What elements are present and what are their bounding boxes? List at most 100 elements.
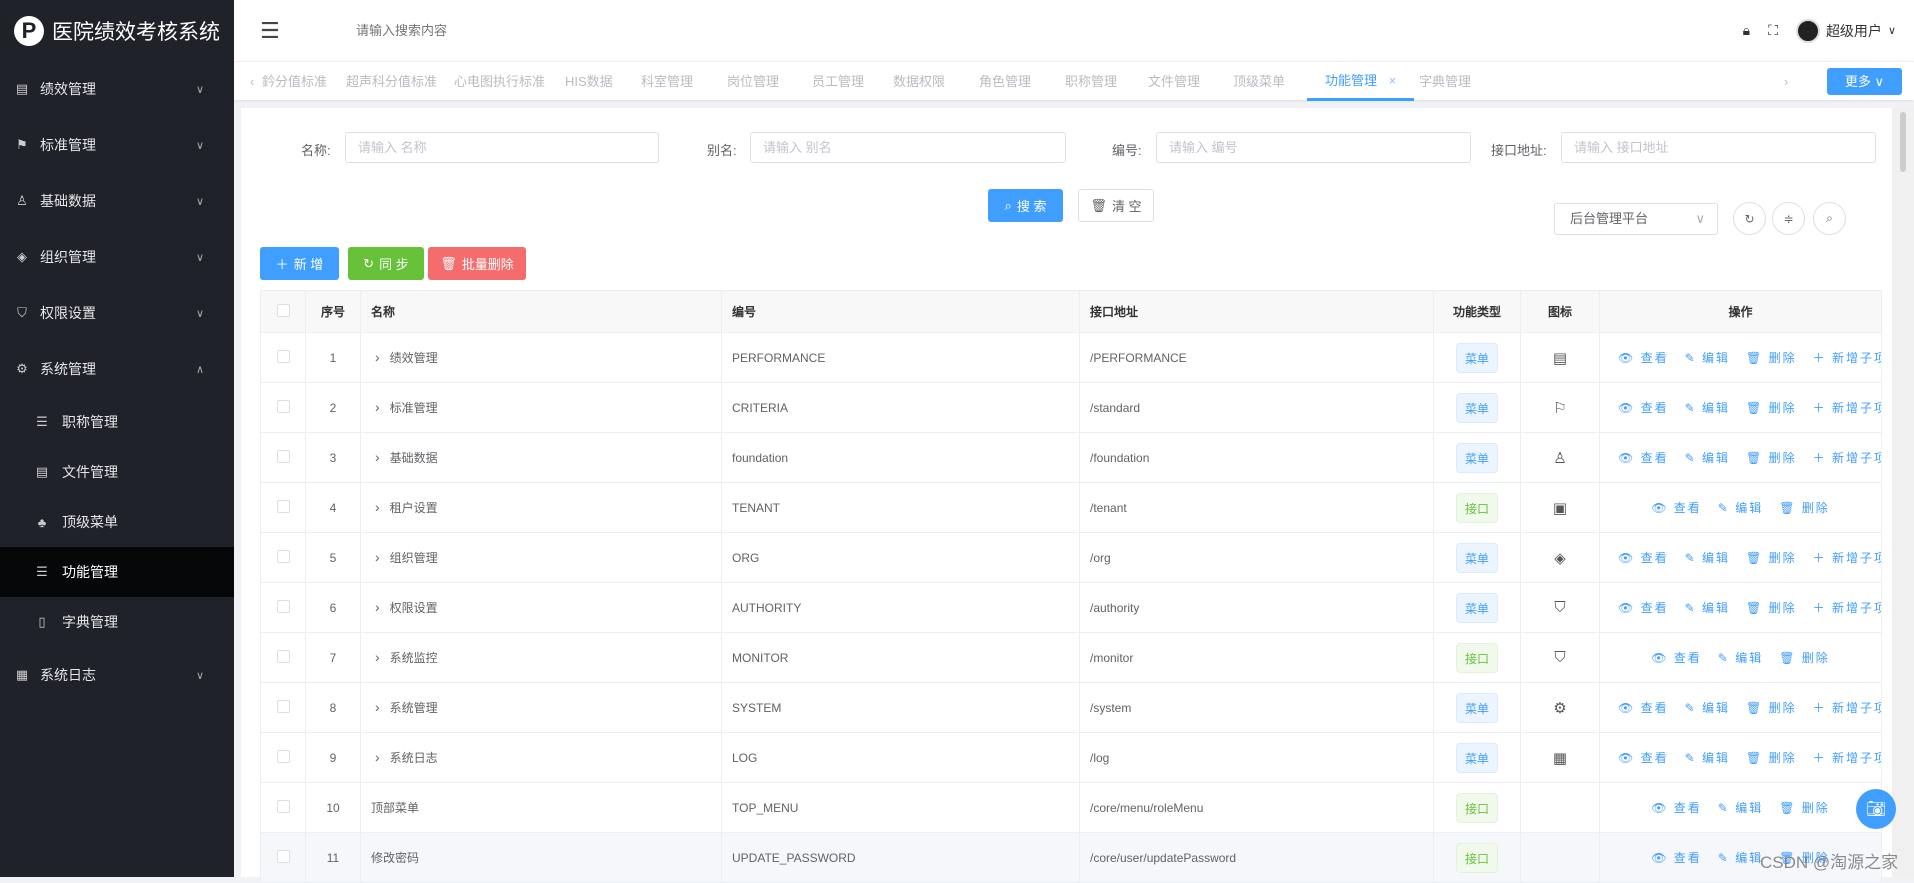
view-action[interactable]: 👁︎ 查看 [1651,851,1702,865]
row-checkbox[interactable] [276,349,290,363]
row-checkbox[interactable] [276,399,290,413]
sidebar-item-4[interactable]: ⛉ 权限设置 ∨ [0,285,234,341]
tab-9[interactable]: 职称管理 [1065,62,1117,101]
expand-chevron-icon[interactable]: › [375,399,380,415]
add-button[interactable]: ＋ 新 增 [260,247,339,280]
delete-action[interactable]: 🗑︎ 删除 [1779,801,1830,815]
edit-action[interactable]: ✎ 编辑 [1685,701,1730,715]
delete-action[interactable]: 🗑︎ 删除 [1746,451,1797,465]
view-action[interactable]: 👁︎ 查看 [1618,751,1669,765]
expand-chevron-icon[interactable]: › [375,699,380,715]
tab-0[interactable]: 鈐分值标准 [262,62,327,101]
delete-action[interactable]: 🗑︎ 删除 [1779,501,1830,515]
tab-7[interactable]: 数据权限 [893,62,945,101]
code-input[interactable] [1156,132,1471,163]
delete-action[interactable]: 🗑︎ 删除 [1779,651,1830,665]
more-tabs-button[interactable]: 更多 ∨ [1827,68,1902,95]
edit-action[interactable]: ✎ 编辑 [1685,451,1730,465]
row-checkbox[interactable] [276,549,290,563]
row-checkbox[interactable] [276,699,290,713]
screenshot-button[interactable]: 📷︎ [1856,789,1896,829]
tab-5[interactable]: 岗位管理 [727,62,779,101]
tab-8[interactable]: 角色管理 [979,62,1031,101]
lock-icon[interactable]: 🔒︎ [1743,22,1750,39]
tab-4[interactable]: 科室管理 [641,62,693,101]
expand-chevron-icon[interactable]: › [375,499,380,515]
url-input[interactable] [1561,132,1876,163]
sidebar-item-3[interactable]: ◈ 组织管理 ∨ [0,229,234,285]
view-action[interactable]: 👁︎ 查看 [1618,351,1669,365]
add_child-action[interactable]: ＋ 新增子项 [1813,601,1881,615]
user-menu[interactable]: 超级用户 ∨ [1795,18,1896,43]
toggle-search-button[interactable]: ⌕ [1813,202,1846,235]
global-search-input[interactable] [356,23,656,38]
edit-action[interactable]: ✎ 编辑 [1685,601,1730,615]
edit-action[interactable]: ✎ 编辑 [1685,551,1730,565]
tab-2[interactable]: 心电图执行标准 [454,62,545,101]
edit-action[interactable]: ✎ 编辑 [1718,651,1763,665]
tab-10[interactable]: 文件管理 [1148,62,1200,101]
edit-action[interactable]: ✎ 编辑 [1718,801,1763,815]
app-logo[interactable]: P 医院绩效考核系统 [0,0,234,61]
view-action[interactable]: 👁︎ 查看 [1651,651,1702,665]
batch-delete-button[interactable]: 🗑︎ 批量删除 [428,247,526,280]
sidebar-item-log[interactable]: ▦ 系统日志 ∨ [0,647,234,703]
add_child-action[interactable]: ＋ 新增子项 [1813,351,1881,365]
fullscreen-icon[interactable]: ⛶ [1768,22,1778,39]
add_child-action[interactable]: ＋ 新增子项 [1813,401,1881,415]
row-checkbox[interactable] [276,499,290,513]
sync-button[interactable]: ↻ 同 步 [348,247,424,280]
expand-chevron-icon[interactable]: › [375,749,380,765]
page-scrollbar[interactable] [1892,108,1914,877]
view-action[interactable]: 👁︎ 查看 [1618,451,1669,465]
tab-6[interactable]: 员工管理 [812,62,864,101]
row-checkbox[interactable] [276,849,290,863]
tab-3[interactable]: HIS数据 [565,62,613,101]
add_child-action[interactable]: ＋ 新增子项 [1813,701,1881,715]
row-checkbox[interactable] [276,799,290,813]
tab-1[interactable]: 超声科分值标准 [346,62,437,101]
sidebar-subitem-3[interactable]: ☰ 功能管理 [0,547,234,597]
view-action[interactable]: 👁︎ 查看 [1651,501,1702,515]
delete-action[interactable]: 🗑︎ 删除 [1746,751,1797,765]
delete-action[interactable]: 🗑︎ 删除 [1746,401,1797,415]
sidebar-subitem-2[interactable]: ♣ 顶级菜单 [0,497,234,547]
refresh-table-button[interactable]: ↻ [1733,202,1766,235]
edit-action[interactable]: ✎ 编辑 [1685,401,1730,415]
tab-12[interactable]: 功能管理 × [1307,62,1415,101]
edit-action[interactable]: ✎ 编辑 [1718,501,1763,515]
view-action[interactable]: 👁︎ 查看 [1618,601,1669,615]
add_child-action[interactable]: ＋ 新增子项 [1813,551,1881,565]
column-settings-button[interactable]: ≑ [1772,202,1805,235]
row-checkbox[interactable] [276,599,290,613]
add_child-action[interactable]: ＋ 新增子项 [1813,451,1881,465]
delete-action[interactable]: 🗑︎ 删除 [1746,551,1797,565]
delete-action[interactable]: 🗑︎ 删除 [1746,601,1797,615]
edit-action[interactable]: ✎ 编辑 [1685,351,1730,365]
sidebar-subitem-1[interactable]: ▤ 文件管理 [0,447,234,497]
sidebar-item-1[interactable]: ⚑ 标准管理 ∨ [0,117,234,173]
view-action[interactable]: 👁︎ 查看 [1618,401,1669,415]
tab-13[interactable]: 字典管理 [1419,62,1471,101]
delete-action[interactable]: 🗑︎ 删除 [1746,351,1797,365]
tabs-scroll-left-icon[interactable]: ‹ [250,62,254,101]
clear-button[interactable]: 🗑︎ 清 空 [1078,189,1154,222]
row-checkbox[interactable] [276,749,290,763]
tabs-scroll-right-icon[interactable]: › [1784,62,1788,101]
row-checkbox[interactable] [276,449,290,463]
view-action[interactable]: 👁︎ 查看 [1618,551,1669,565]
name-input[interactable] [345,132,659,163]
sidebar-item-0[interactable]: ▤ 绩效管理 ∨ [0,61,234,117]
row-checkbox[interactable] [276,649,290,663]
edit-action[interactable]: ✎ 编辑 [1685,751,1730,765]
view-action[interactable]: 👁︎ 查看 [1651,801,1702,815]
close-icon[interactable]: × [1385,73,1397,88]
view-action[interactable]: 👁︎ 查看 [1618,701,1669,715]
sidebar-item-5[interactable]: ⚙ 系统管理 ∧ [0,341,234,397]
search-button[interactable]: ⌕ 搜 索 [988,189,1063,222]
expand-chevron-icon[interactable]: › [375,649,380,665]
expand-chevron-icon[interactable]: › [375,599,380,615]
edit-action[interactable]: ✎ 编辑 [1718,851,1763,865]
expand-chevron-icon[interactable]: › [375,549,380,565]
expand-chevron-icon[interactable]: › [375,449,380,465]
